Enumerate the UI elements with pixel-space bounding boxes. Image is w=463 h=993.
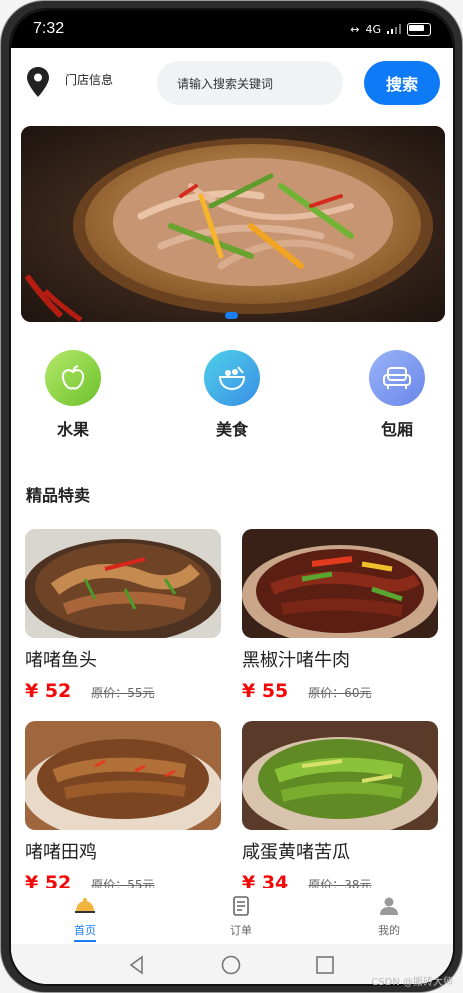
tab-profile[interactable]: 我的 — [359, 896, 419, 938]
order-list-icon — [233, 896, 249, 916]
tab-label: 首页 — [74, 924, 96, 937]
search-placeholder: 请输入搜索关键词 — [177, 77, 274, 91]
battery-icon — [407, 22, 431, 36]
price-row: ¥ 52 原价：55元 — [25, 872, 221, 888]
phone-frame: 7:32 ↔ 4G 门店信息 请输入搜索关键词 搜索 水果 美食 包厢 精品特卖… — [0, 0, 463, 993]
bottom-tab-bar: 首页 订单 我的 — [11, 888, 453, 944]
recents-square-icon[interactable] — [315, 955, 335, 975]
category-label: 包厢 — [380, 420, 413, 439]
product-price: ¥ 52 — [25, 872, 72, 888]
search-button[interactable]: 搜索 — [364, 61, 440, 105]
banner-food-image — [21, 126, 445, 322]
product-image — [242, 529, 438, 638]
product-name: 咸蛋黄啫苦瓜 — [242, 842, 350, 863]
product-original-price: 原价：60元 — [308, 686, 372, 700]
sofa-icon — [369, 350, 425, 406]
search-input[interactable]: 请输入搜索关键词 — [157, 61, 343, 105]
product-image — [25, 529, 221, 638]
apple-icon — [45, 350, 101, 406]
product-image — [242, 721, 438, 830]
tab-home[interactable]: 首页 — [55, 896, 115, 942]
category-label: 美食 — [215, 420, 248, 439]
tab-label: 我的 — [378, 924, 400, 937]
tab-label: 订单 — [230, 924, 252, 937]
home-circle-icon[interactable] — [221, 955, 241, 975]
tab-orders[interactable]: 订单 — [211, 896, 271, 938]
category-fruit[interactable]: 水果 — [33, 350, 113, 440]
price-row: ¥ 52 原价：55元 — [25, 680, 221, 702]
price-row: ¥ 55 原价：60元 — [242, 680, 438, 702]
product-grid: 啫啫鱼头 ¥ 52 原价：55元 黑椒汁啫牛肉 ¥ 55 原价：60元 啫啫田鸡… — [11, 528, 453, 888]
category-row: 水果 美食 包厢 — [11, 350, 453, 450]
product-name: 啫啫鱼头 — [25, 650, 97, 671]
status-bar: 7:32 ↔ 4G — [11, 10, 453, 48]
product-price: ¥ 52 — [25, 680, 72, 702]
product-original-price: 原价：55元 — [91, 686, 155, 700]
screen: 7:32 ↔ 4G 门店信息 请输入搜索关键词 搜索 水果 美食 包厢 精品特卖… — [11, 10, 453, 984]
person-icon — [380, 897, 398, 915]
signal-icon — [387, 24, 401, 34]
product-card[interactable]: 啫啫田鸡 ¥ 52 原价：55元 — [25, 721, 221, 888]
product-price: ¥ 34 — [242, 872, 289, 888]
product-name: 啫啫田鸡 — [25, 842, 97, 863]
price-row: ¥ 34 原价：38元 — [242, 872, 438, 888]
product-name: 黑椒汁啫牛肉 — [242, 650, 350, 671]
category-food[interactable]: 美食 — [192, 350, 272, 440]
network-label: 4G — [365, 22, 381, 36]
banner-carousel[interactable] — [21, 126, 445, 322]
link-icon: ↔ — [350, 22, 360, 36]
phone-bezel: 7:32 ↔ 4G 门店信息 请输入搜索关键词 搜索 水果 美食 包厢 精品特卖… — [9, 8, 455, 986]
section-title: 精品特卖 — [26, 486, 91, 505]
back-icon[interactable] — [127, 955, 147, 975]
product-price: ¥ 55 — [242, 680, 289, 702]
watermark: CSDN @搬砖大师 — [371, 977, 453, 988]
product-card[interactable]: 啫啫鱼头 ¥ 52 原价：55元 — [25, 529, 221, 702]
product-card[interactable]: 咸蛋黄啫苦瓜 ¥ 34 原价：38元 — [242, 721, 438, 888]
product-original-price: 原价：38元 — [308, 878, 372, 888]
store-info-link[interactable]: 门店信息 — [65, 71, 113, 88]
category-label: 水果 — [56, 420, 89, 439]
product-original-price: 原价：55元 — [91, 878, 155, 888]
status-icons: ↔ 4G — [350, 22, 431, 36]
product-image — [25, 721, 221, 830]
product-card[interactable]: 黑椒汁啫牛肉 ¥ 55 原价：60元 — [242, 529, 438, 702]
food-bowl-icon — [204, 350, 260, 406]
status-time: 7:32 — [33, 20, 65, 37]
carousel-indicator[interactable] — [225, 312, 238, 319]
category-room[interactable]: 包厢 — [357, 350, 437, 440]
header: 门店信息 请输入搜索关键词 搜索 — [11, 60, 453, 106]
home-dish-icon — [75, 898, 95, 913]
tab-active-indicator — [74, 940, 96, 942]
location-pin-icon[interactable] — [27, 67, 49, 97]
